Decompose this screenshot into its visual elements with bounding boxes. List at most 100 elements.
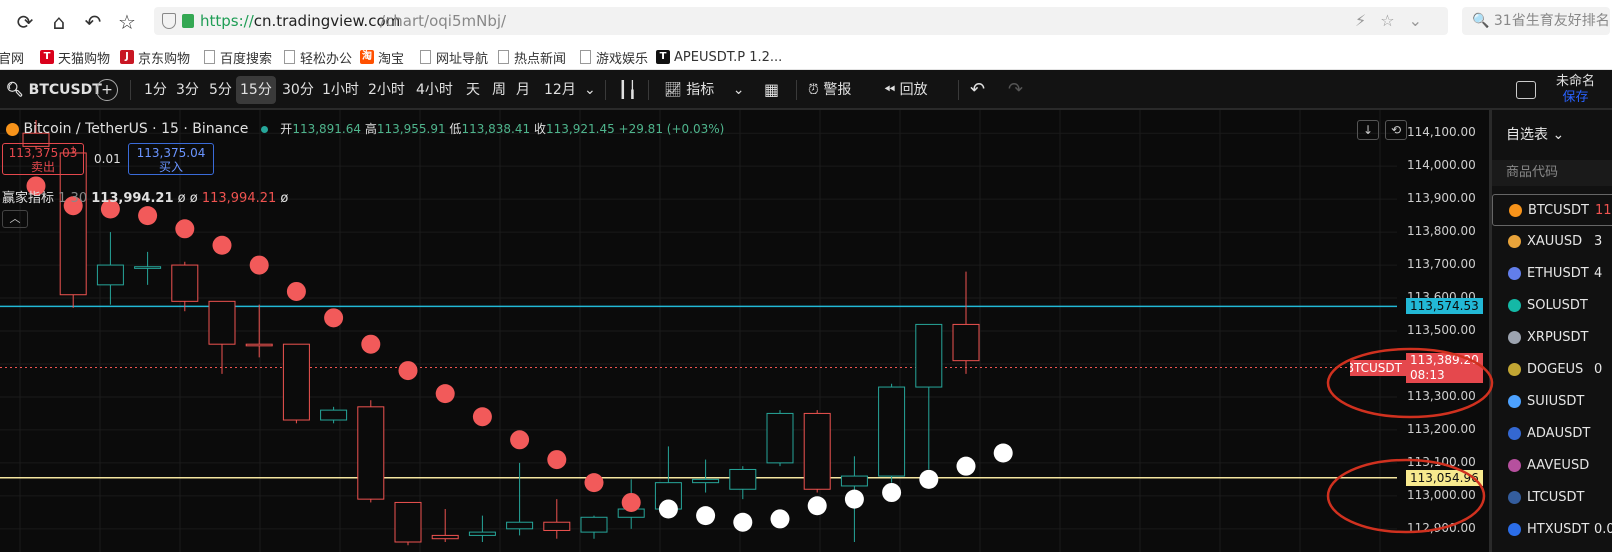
bookmark-2[interactable]: J 京东购物	[120, 48, 190, 67]
candle-body	[506, 521, 534, 530]
bookmark-8[interactable]: 游戏娱乐	[580, 48, 648, 67]
cyan-price-tag: 113,574.53	[1406, 298, 1483, 315]
scroll-down-icon[interactable]: ↓	[1357, 120, 1379, 140]
coin-icon	[1508, 395, 1521, 408]
indicator-legend[interactable]: 赢家指标 1 30 113,994.21 ø ø 113,994.21 ø	[2, 187, 288, 206]
timeframe-1[interactable]: 3分	[172, 76, 203, 104]
alert-button[interactable]: ⏰︎ 警报	[808, 76, 851, 104]
watchlist-row[interactable]: ETHUSDT 4	[1492, 258, 1612, 290]
price-axis-label: 113,800.00	[1407, 224, 1476, 239]
bookmark-5[interactable]: 淘淘宝	[360, 48, 404, 67]
chevron-down-icon: ⌄	[1552, 127, 1565, 143]
watchlist-row[interactable]: AAVEUSD	[1492, 450, 1612, 482]
add-symbol-icon[interactable]: +	[96, 79, 118, 101]
layout-name-button[interactable]: 未命名 保存	[1556, 74, 1595, 105]
watchlist-row[interactable]: HTXUSDT 0.00	[1492, 514, 1612, 546]
watchlist-column-header[interactable]: 商品代码	[1492, 160, 1612, 186]
timeframe-6[interactable]: 2小时	[364, 76, 409, 104]
chart-pane[interactable]	[0, 110, 1397, 552]
watchlist-row[interactable]: BTCUSDT 113	[1492, 194, 1612, 226]
watchlist-row[interactable]: SUIUSDT	[1492, 386, 1612, 418]
timeframe-4[interactable]: 30分	[278, 76, 318, 104]
timeframe-7[interactable]: 4小时	[412, 76, 457, 104]
coin-icon	[1508, 523, 1521, 536]
watchlist-symbol: ETHUSDT	[1527, 266, 1589, 281]
timeframe-3[interactable]: 15分	[236, 76, 276, 104]
coin-icon	[1508, 459, 1521, 472]
buy-button[interactable]: 113,375.04 买入	[128, 143, 214, 175]
watchlist-symbol: LTCUSDT	[1527, 490, 1585, 505]
candle-body	[320, 409, 348, 421]
bitcoin-icon	[6, 122, 19, 136]
candles-type-icon[interactable]: ┃╽	[618, 76, 637, 104]
watchlist-row[interactable]: HTXUNIC0.	[1492, 546, 1612, 552]
timeframe-8[interactable]: 天	[462, 76, 484, 104]
timeframe-2[interactable]: 5分	[205, 76, 236, 104]
candle-body	[431, 534, 459, 540]
bookmark-1[interactable]: T 天猫购物	[40, 48, 110, 67]
chart-canvas[interactable]	[0, 110, 1397, 552]
candle-body	[878, 386, 906, 477]
watchlist-row[interactable]: DOGEUS 0	[1492, 354, 1612, 386]
timeframe-9[interactable]: 周	[488, 76, 510, 104]
timeframe-chevron-icon[interactable]: ⌄	[584, 76, 596, 104]
symbol-title: Bitcoin / TetherUS · 15 · Binance	[23, 121, 249, 137]
indicators-button[interactable]: 📈︎ 指标 ⌄	[664, 76, 744, 104]
watchlist-row[interactable]: XAUUSD 3	[1492, 226, 1612, 258]
coin-icon	[1508, 299, 1521, 312]
alarm-icon: ⏰︎	[808, 82, 819, 98]
replay-button[interactable]: ⏪︎ 回放	[884, 76, 928, 104]
timeframe-5[interactable]: 1小时	[318, 76, 363, 104]
coin-icon	[1509, 204, 1522, 217]
watchlist-title[interactable]: 自选表 ⌄	[1506, 124, 1564, 144]
bookmark-9[interactable]: T APEUSDT.P 1.2...	[656, 48, 782, 66]
star-icon[interactable]: ☆	[114, 9, 140, 35]
fullscreen-icon[interactable]	[1516, 81, 1536, 99]
replay-icon: ⏪︎	[884, 82, 896, 98]
bookmark-0[interactable]: 官网	[0, 48, 24, 67]
bookmark-3[interactable]: 百度搜索	[204, 48, 272, 67]
timeframe-11[interactable]: 12月	[540, 76, 580, 104]
yellow-price-tag: 113,054.96	[1406, 469, 1483, 486]
bookmark-6[interactable]: 网址导航	[420, 48, 488, 67]
chevron-down-icon[interactable]: ⌄	[733, 82, 745, 98]
watchlist-value: 0	[1594, 362, 1603, 377]
watchlist-row[interactable]: ADAUSDT	[1492, 418, 1612, 450]
timeframe-10[interactable]: 月	[512, 76, 534, 104]
ohlc-values: 开113,891.64 高113,955.91 低113,838.41 收113…	[280, 122, 725, 136]
undo-icon[interactable]: ↶	[970, 76, 985, 104]
indicator-dot-red	[472, 407, 492, 427]
bookmark-4[interactable]: 轻松办公	[284, 48, 352, 67]
price-axis-label: 113,900.00	[1407, 191, 1476, 206]
bookmark-7[interactable]: 热点新闻	[498, 48, 566, 67]
bar-countdown: 08:13	[1410, 367, 1445, 382]
watchlist-row[interactable]: SOLUSDT	[1492, 290, 1612, 322]
symbol-price-tag: BTCUSDT	[1350, 359, 1406, 376]
watchlist-symbol: XAUUSD	[1527, 234, 1583, 249]
price-axis-label: 113,000.00	[1407, 487, 1476, 502]
candle-body	[915, 323, 943, 388]
url-action-icons[interactable]: ⚡☆⌄	[1355, 7, 1436, 35]
redo-icon[interactable]: ↷	[1008, 76, 1023, 104]
candle-body	[692, 478, 720, 484]
symbol-search-button[interactable]: 🔍︎ BTCUSDT	[6, 76, 102, 104]
watchlist-value: 0.00	[1594, 522, 1612, 537]
refresh-icon[interactable]: ⟳	[12, 9, 38, 35]
watchlist-row[interactable]: XRPUSDT	[1492, 322, 1612, 354]
watchlist-symbol: BTCUSDT	[1528, 203, 1589, 218]
watchlist-symbol: SUIUSDT	[1527, 394, 1585, 409]
price-axis-label: 113,700.00	[1407, 257, 1476, 272]
layout-grid-icon[interactable]: ▦	[764, 76, 779, 104]
watchlist-row[interactable]: LTCUSDT	[1492, 482, 1612, 514]
home-icon[interactable]: ⌂	[46, 9, 72, 35]
reset-chart-icon[interactable]: ⟲	[1385, 120, 1407, 140]
timeframe-0[interactable]: 1分	[140, 76, 171, 104]
candle-body	[134, 266, 162, 269]
url-field[interactable]: https://cn.tradingview.com /chart/oqi5mN…	[154, 7, 1448, 35]
browser-search-input[interactable]: 🔍 31省生育友好排名	[1462, 7, 1610, 35]
sell-button[interactable]: 113,375.03 卖出	[2, 143, 84, 175]
watchlist-symbol: DOGEUS	[1527, 362, 1584, 377]
back-icon[interactable]: ↶	[80, 9, 106, 35]
indicator-dot-red	[398, 361, 418, 381]
collapse-legend-icon[interactable]: ︿	[2, 210, 28, 228]
